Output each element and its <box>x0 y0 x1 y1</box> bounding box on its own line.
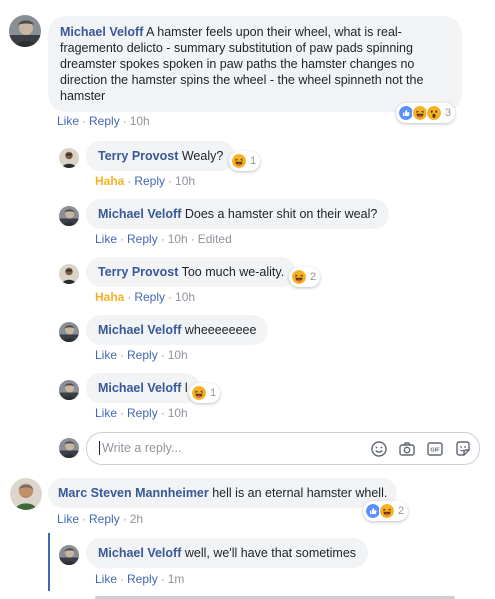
reaction-count: 2 <box>310 271 317 283</box>
comment-bubble: Terry Provost Wealy? <box>86 141 236 171</box>
timestamp[interactable]: 10h <box>130 114 150 128</box>
haha-reaction-icon <box>191 385 207 401</box>
reply-link[interactable]: Reply <box>127 348 158 362</box>
timestamp[interactable]: 10h <box>168 348 188 362</box>
comment-actions: Like · Reply · 10h <box>95 406 188 420</box>
reaction-summary[interactable]: 1 <box>189 383 221 403</box>
comment-actions: Haha · Reply · 10h <box>95 290 196 304</box>
like-link[interactable]: Like <box>57 114 79 128</box>
reaction-count: 3 <box>445 107 452 119</box>
comment-bubble: Michael Veloff A hamster feels upon thei… <box>48 16 462 112</box>
wow-reaction-icon <box>426 105 442 121</box>
svg-text:GIF: GIF <box>430 448 440 454</box>
sticker-icon[interactable] <box>454 440 472 458</box>
reaction-summary[interactable]: 1 <box>229 151 261 171</box>
comment-text: hell is an eternal hamster whell. <box>212 486 388 500</box>
comment-bubble: Marc Steven Mannheimer hell is an eterna… <box>48 478 398 508</box>
new-reply-indicator <box>48 533 50 591</box>
reply-link[interactable]: Reply <box>127 572 158 586</box>
comment-bubble: Michael Veloff well, we'll have that som… <box>86 538 369 568</box>
avatar <box>59 438 79 458</box>
avatar[interactable] <box>59 380 79 400</box>
timestamp[interactable]: 10h <box>168 232 188 246</box>
reply-input[interactable] <box>99 441 319 455</box>
reaction-summary[interactable]: 2 <box>289 267 321 287</box>
comment-actions: Haha · Reply · 10h <box>95 174 196 188</box>
comment-bubble: Terry Provost Too much we-ality. <box>86 257 297 287</box>
avatar[interactable] <box>59 322 79 342</box>
comment-author[interactable]: Terry Provost <box>98 265 178 279</box>
timestamp[interactable]: 2h <box>130 512 143 526</box>
reply-link[interactable]: Reply <box>89 114 120 128</box>
like-link[interactable]: Like <box>57 512 79 526</box>
haha-link[interactable]: Haha <box>95 174 124 188</box>
comment-text: Wealy? <box>181 149 224 163</box>
reaction-summary[interactable]: 2 <box>363 501 409 521</box>
reaction-summary[interactable]: 3 <box>396 103 456 123</box>
edited-label[interactable]: Edited <box>198 232 232 246</box>
camera-icon[interactable] <box>398 440 416 458</box>
comment-text: well, we'll have that sometimes <box>184 546 357 560</box>
comment-actions: Like · Reply · 10h · Edited <box>95 232 232 246</box>
avatar[interactable] <box>59 206 79 226</box>
timestamp[interactable]: 10h <box>168 406 188 420</box>
comment-text: wheeeeeeee <box>184 323 257 337</box>
haha-link[interactable]: Haha <box>95 290 124 304</box>
avatar[interactable] <box>59 148 79 168</box>
avatar[interactable] <box>10 478 42 510</box>
reply-link[interactable]: Reply <box>134 174 165 188</box>
like-link[interactable]: Like <box>95 406 117 420</box>
comment-bubble: Michael Veloff l <box>86 373 200 403</box>
comment-author[interactable]: Michael Veloff <box>98 546 181 560</box>
avatar[interactable] <box>59 264 79 284</box>
avatar[interactable] <box>59 545 79 565</box>
gif-icon[interactable]: GIF <box>426 440 444 458</box>
emoji-icon[interactable] <box>370 440 388 458</box>
haha-reaction-icon <box>379 503 395 519</box>
reaction-count: 1 <box>250 155 257 167</box>
comment-author[interactable]: Terry Provost <box>98 149 178 163</box>
reply-link[interactable]: Reply <box>127 232 158 246</box>
comment-text: Too much we-ality. <box>181 265 285 279</box>
avatar[interactable] <box>9 15 41 47</box>
comment-actions: Like · Reply · 2h <box>57 512 144 526</box>
reaction-count: 2 <box>398 505 405 517</box>
reply-link[interactable]: Reply <box>134 290 165 304</box>
timestamp[interactable]: 10h <box>175 290 195 304</box>
reply-link[interactable]: Reply <box>127 406 158 420</box>
like-link[interactable]: Like <box>95 572 117 586</box>
comment-actions: Like · Reply · 1m <box>95 572 185 586</box>
comment-bubble: Michael Veloff Does a hamster shit on th… <box>86 199 390 229</box>
comment-text: l <box>184 381 188 395</box>
reply-link[interactable]: Reply <box>89 512 120 526</box>
like-link[interactable]: Like <box>95 232 117 246</box>
comment-bubble: Michael Veloff wheeeeeeee <box>86 315 269 345</box>
comment-author[interactable]: Michael Veloff <box>98 381 181 395</box>
comment-author[interactable]: Marc Steven Mannheimer <box>58 486 209 500</box>
reaction-count: 1 <box>210 387 217 399</box>
comment-author[interactable]: Michael Veloff <box>98 323 181 337</box>
timestamp[interactable]: 10h <box>175 174 195 188</box>
comment-actions: Like · Reply · 10h <box>57 114 150 128</box>
timestamp[interactable]: 1m <box>168 572 185 586</box>
like-link[interactable]: Like <box>95 348 117 362</box>
haha-reaction-icon <box>291 269 307 285</box>
comment-author[interactable]: Michael Veloff <box>98 207 181 221</box>
reply-box[interactable]: GIF <box>86 432 480 465</box>
comment-text: Does a hamster shit on their weal? <box>184 207 378 221</box>
comment-actions: Like · Reply · 10h <box>95 348 188 362</box>
haha-reaction-icon <box>231 153 247 169</box>
comment-author[interactable]: Michael Veloff <box>60 25 143 39</box>
